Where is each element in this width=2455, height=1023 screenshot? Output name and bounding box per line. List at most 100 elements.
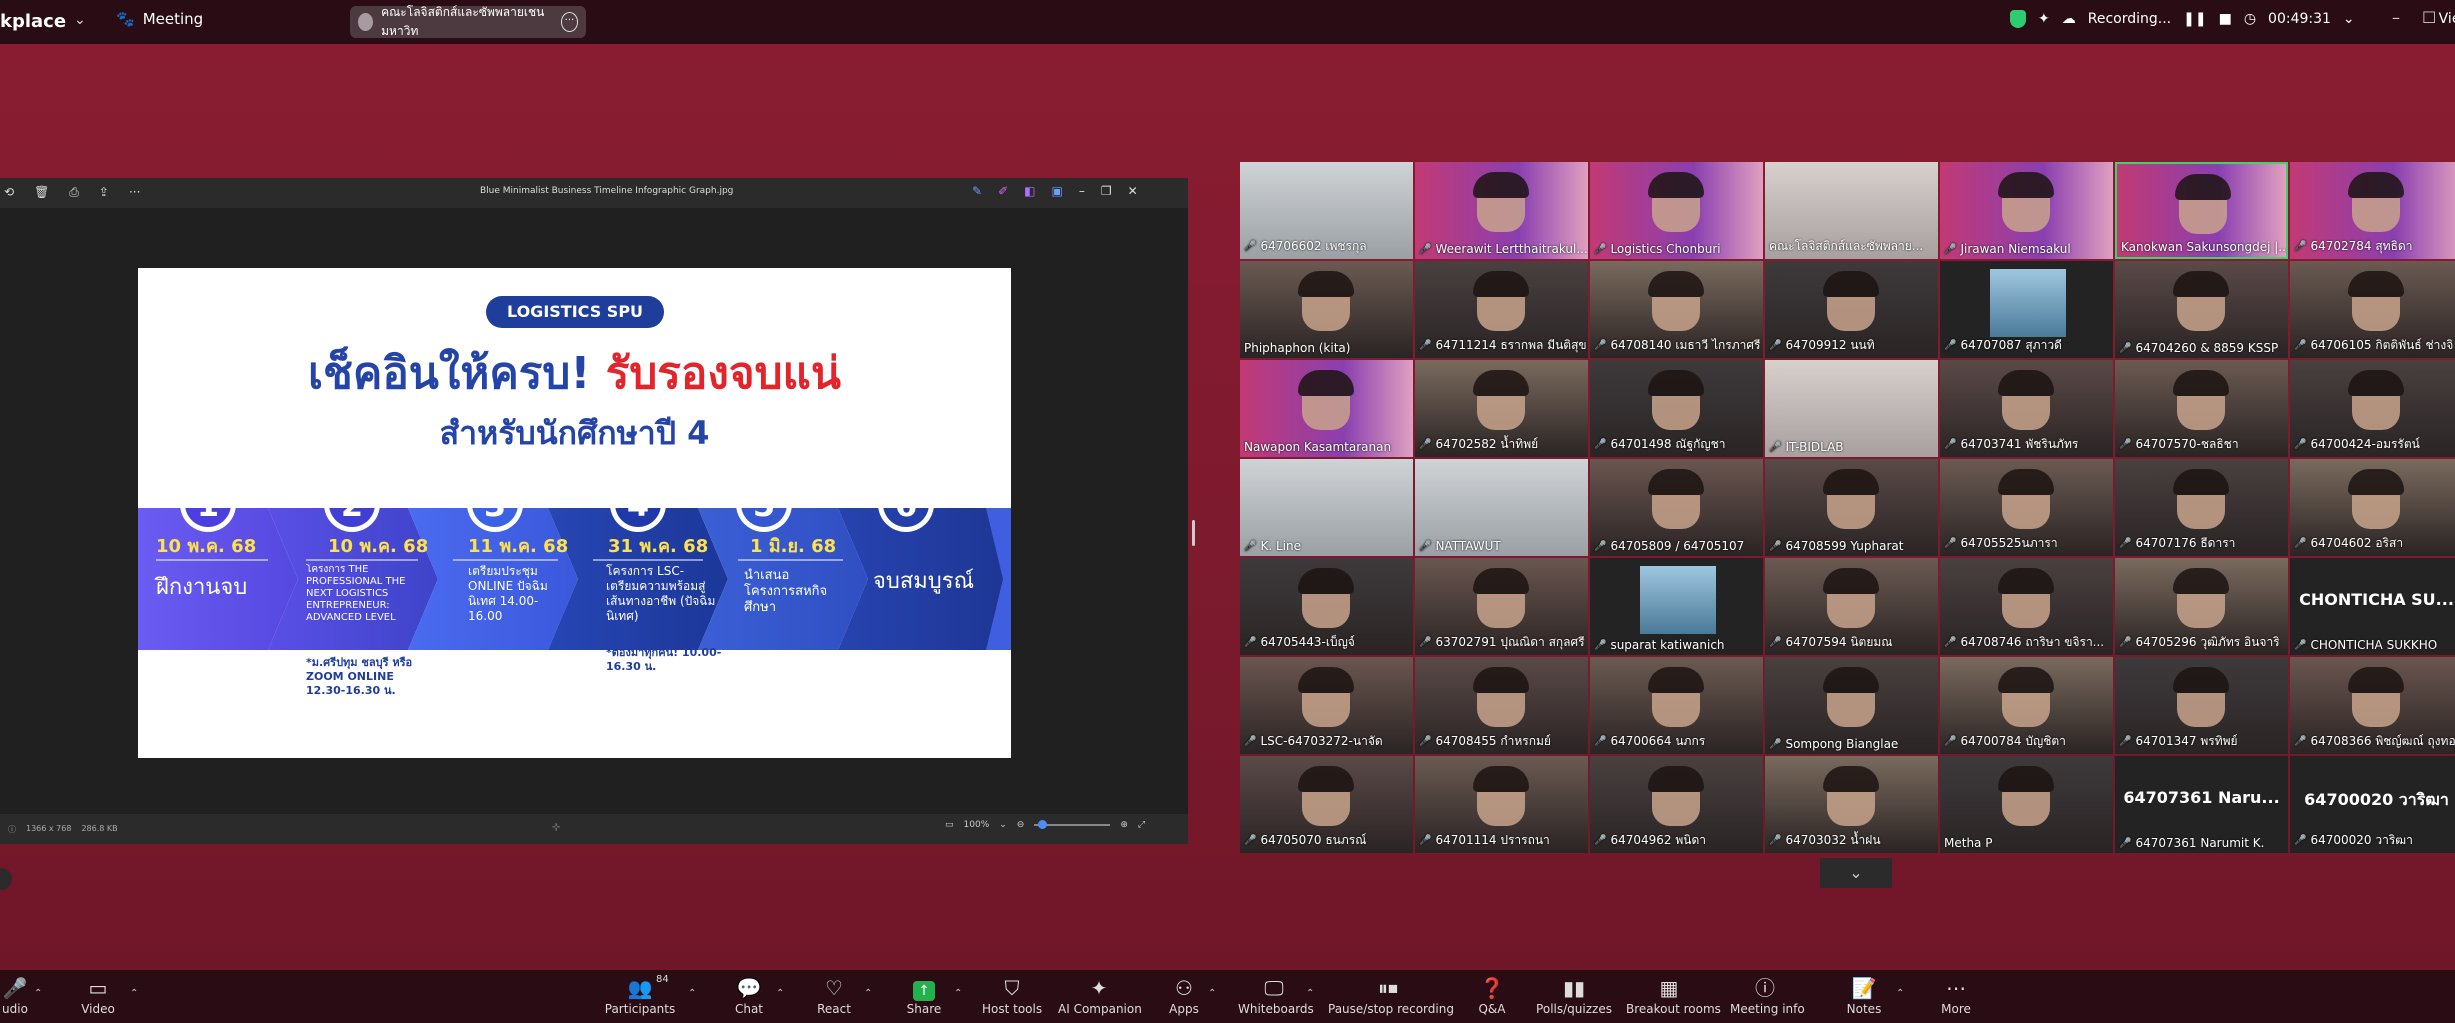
zoom-slider[interactable] xyxy=(1034,820,1111,829)
participant-tile[interactable]: 🎤 suparat katiwanich xyxy=(1590,558,1763,655)
close-icon[interactable]: ✕ xyxy=(1128,184,1138,198)
participant-tile[interactable]: Metha P xyxy=(1940,756,2113,853)
participant-tile[interactable]: คณะโลจิสติกส์และซัพพลาย... xyxy=(1765,162,1938,259)
audio-button[interactable]: 🎤 udio xyxy=(0,976,30,1016)
participant-tile[interactable]: 🎤 64705525นภารา xyxy=(1940,459,2113,556)
participant-tile[interactable]: 🎤 Jirawan Niemsakul xyxy=(1940,162,2113,259)
stop-recording-icon[interactable]: ■ xyxy=(2219,11,2232,27)
participant-tile[interactable]: 🎤 64711214 ธรากพล มีนติสุข xyxy=(1415,261,1588,358)
chevron-down-icon[interactable]: ⌄ xyxy=(74,12,86,28)
polls-button[interactable]: ▮▮ Polls/quizzes xyxy=(1536,976,1612,1016)
participant-tile[interactable]: 🎤 Logistics Chonburi xyxy=(1590,162,1763,259)
zoom-out-icon[interactable]: ⊖ xyxy=(1017,820,1025,830)
participant-tile[interactable]: 🎤 LSC-64703272-นาจัด xyxy=(1240,657,1413,754)
delete-icon[interactable]: 🗑 xyxy=(34,185,49,200)
minimize-icon[interactable]: – xyxy=(2392,8,2400,27)
participant-tile[interactable]: 🎤 64708366 พิชญ์ฒณ์ ถุงทอง xyxy=(2290,657,2455,754)
participant-tile[interactable]: 🎤 64702784 สุทธิดา xyxy=(2290,162,2455,259)
participant-tile[interactable]: 🎤 64701114 ปรารถนา xyxy=(1415,756,1588,853)
notes-button[interactable]: 📝 Notes xyxy=(1846,976,1882,1016)
maximize-icon[interactable]: ☐ xyxy=(2422,8,2436,27)
pause-recording-icon[interactable]: ❚❚ xyxy=(2183,11,2206,27)
participant-tile[interactable]: 🎤 64709912 นนทิ xyxy=(1765,261,1938,358)
active-speaker-pill[interactable]: คณะโลจิสติกส์และซัพพลายเชน มหาวิท ··· xyxy=(350,5,586,38)
ai-companion-button[interactable]: ✦ AI Companion xyxy=(1058,976,1142,1016)
pause-stop-recording-button[interactable]: ⏸⏹ Pause/stop recording xyxy=(1328,976,1454,1016)
participant-tile[interactable]: 64700020 วาริฒา 🎤 64700020 วาริฒา xyxy=(2290,756,2455,853)
chevron-down-icon[interactable]: ⌄ xyxy=(2343,11,2355,27)
participant-tile[interactable]: 🎤 64707176 ธีดารา xyxy=(2115,459,2288,556)
participant-tile[interactable]: 🎤 64708599 Yupharat xyxy=(1765,459,1938,556)
chat-button[interactable]: 💬 Chat xyxy=(730,976,768,1016)
participant-tile[interactable]: 🎤 64701498 ณัฐกัญชา xyxy=(1590,360,1763,457)
participant-tile[interactable]: 🎤 64705296 วุฒิภัทร อินจาริ xyxy=(2115,558,2288,655)
video-button[interactable]: ▭ Video xyxy=(78,976,118,1016)
gallery-next-page-button[interactable]: ⌄ xyxy=(1820,858,1892,888)
participant-tile[interactable]: 🎤 64707087 สุภาวดี xyxy=(1940,261,2113,358)
host-tools-button[interactable]: ⛉ Host tools xyxy=(982,976,1042,1016)
restore-icon[interactable]: ❐ xyxy=(1101,184,1112,198)
participant-tile[interactable]: 🎤 64707570-ชลธิชา xyxy=(2115,360,2288,457)
gallery-icon[interactable]: ▣ xyxy=(1051,184,1062,198)
participant-tile[interactable]: 🎤 64704962 พนิดา xyxy=(1590,756,1763,853)
participant-tile[interactable]: 🎤 64705443-เบ็ญจ์ xyxy=(1240,558,1413,655)
breakout-rooms-button[interactable]: ▦ Breakout rooms xyxy=(1626,976,1721,1016)
zoom-in-icon[interactable]: ⊕ xyxy=(1120,820,1128,830)
zoom-level[interactable]: 100% xyxy=(964,820,990,830)
participant-tile[interactable]: 🎤 64707594 นิตยมณ xyxy=(1765,558,1938,655)
meeting-menu[interactable]: 🐾 Meeting xyxy=(116,10,203,28)
fit-icon[interactable]: ⊹ xyxy=(552,822,560,833)
participant-tile[interactable]: 🎤 64700424-อมรรัตน์ xyxy=(2290,360,2455,457)
participant-tile[interactable]: 🎤 64706105 กิตติพันธ์ ช่างจิ xyxy=(2290,261,2455,358)
rotate-icon[interactable]: ⟲ xyxy=(4,185,14,200)
edit-icon[interactable]: ✎ xyxy=(972,184,982,198)
minimize-icon[interactable]: – xyxy=(1079,184,1085,198)
draw-icon[interactable]: ✐ xyxy=(998,184,1008,198)
participant-tile[interactable]: 🎤 64704602 อริสา xyxy=(2290,459,2455,556)
split-resize-handle[interactable] xyxy=(1192,520,1195,546)
participant-tile[interactable]: 🎤 64705070 ธนภรณ์ xyxy=(1240,756,1413,853)
participant-tile[interactable]: 🎤 64701347 พรทิพย์ xyxy=(2115,657,2288,754)
shield-icon[interactable] xyxy=(2010,10,2026,28)
participant-tile[interactable]: 🎤 64700664 นภกร xyxy=(1590,657,1763,754)
participant-tile[interactable]: 🎤 64703741 พัชรินภัทร xyxy=(1940,360,2113,457)
more-options-icon[interactable]: ··· xyxy=(560,12,579,32)
qa-button[interactable]: ❓ Q&A xyxy=(1474,976,1510,1016)
participant-tile[interactable]: 🎤 64705809 / 64705107 xyxy=(1590,459,1763,556)
sparkle-icon[interactable]: ✦ xyxy=(2038,11,2050,27)
meeting-info-button[interactable]: ⓘ Meeting info xyxy=(1730,976,1805,1016)
react-button[interactable]: ♡ React xyxy=(814,976,854,1016)
participant-tile[interactable]: 🎤 NATTAWUT xyxy=(1415,459,1588,556)
chevron-down-icon[interactable]: ⌄ xyxy=(999,820,1007,830)
more-icon[interactable]: ··· xyxy=(129,185,140,200)
participant-tile[interactable]: 🎤 63702791 ปุณณิดา สกุลศรี xyxy=(1415,558,1588,655)
participant-tile[interactable]: 🎤 Sompong Bianglae xyxy=(1765,657,1938,754)
participant-tile[interactable]: 🎤 64706602 เพชรกุล xyxy=(1240,162,1413,259)
participant-tile[interactable]: 🎤 64708140 เมธาวี ไกรภาศรี xyxy=(1590,261,1763,358)
participant-tile[interactable]: 🎤 IT-BIDLAB xyxy=(1765,360,1938,457)
participant-tile[interactable]: Phiphaphon (kita) xyxy=(1240,261,1413,358)
more-button[interactable]: ⋯ More xyxy=(1938,976,1974,1016)
participant-tile[interactable]: 🎤 Weerawit Lertthaitrakul... xyxy=(1415,162,1588,259)
fullscreen-icon[interactable]: ⤢ xyxy=(1138,820,1145,830)
aspect-icon[interactable]: ▭ xyxy=(945,820,954,830)
info-icon[interactable]: ⓘ xyxy=(8,824,16,835)
participant-tile[interactable]: 64707361 Naru... 🎤 64707361 Narumit K. xyxy=(2115,756,2288,853)
participant-tile[interactable]: Nawapon Kasamtaranan xyxy=(1240,360,1413,457)
participant-tile[interactable]: 🎤 64708746 ถาริษา ขจิรา... xyxy=(1940,558,2113,655)
apps-button[interactable]: ⚇ Apps xyxy=(1166,976,1202,1016)
participant-tile[interactable]: 🎤 64708455 กำหรกมย์ xyxy=(1415,657,1588,754)
share-icon[interactable]: ⇪ xyxy=(99,185,109,200)
participant-tile[interactable]: 🎤 64702582 น้ำทิพย์ xyxy=(1415,360,1588,457)
participant-tile[interactable]: 🎤 64703032 น้ำฝน xyxy=(1765,756,1938,853)
participant-tile[interactable]: 🎤 64704260 & 8859 KSSP xyxy=(2115,261,2288,358)
participant-tile[interactable]: 🎤 K. Line xyxy=(1240,459,1413,556)
view-label[interactable]: View xyxy=(2439,11,2455,27)
participant-tile[interactable]: 🎤 64700784 บัญชิตา xyxy=(1940,657,2113,754)
whiteboards-button[interactable]: 🖵 Whiteboards xyxy=(1238,976,1314,1016)
participants-button[interactable]: 👥 84 Participants xyxy=(602,974,678,1016)
participant-tile[interactable]: Kanokwan Sakunsongdej |... xyxy=(2115,162,2288,259)
share-button[interactable]: ↑ Share xyxy=(904,976,944,1016)
participant-tile[interactable]: CHONTICHA SU... 🎤 CHONTICHA SUKKHO xyxy=(2290,558,2455,655)
print-icon[interactable]: ⎙ xyxy=(69,185,79,200)
